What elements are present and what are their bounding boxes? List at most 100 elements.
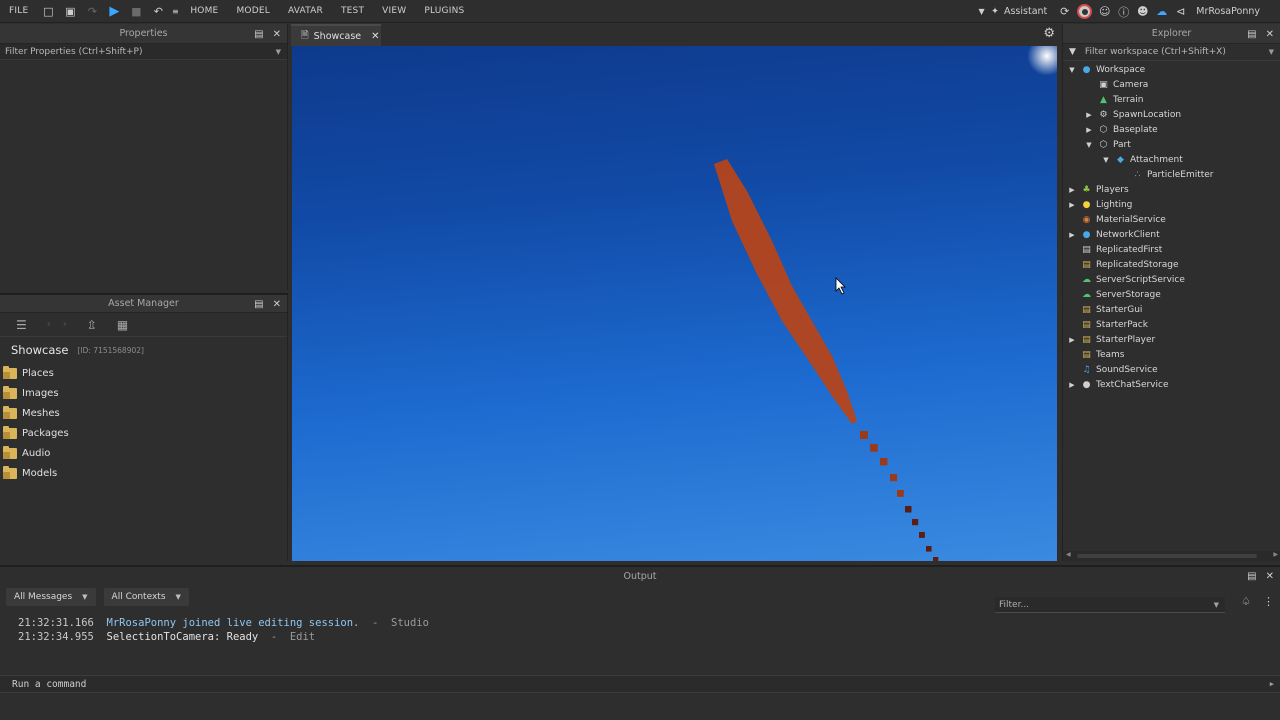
players-icon: ♣ bbox=[1082, 184, 1091, 195]
undock-icon[interactable]: ▤ bbox=[1247, 571, 1256, 582]
explorer-item[interactable]: ▼ ◆ Attachment bbox=[1063, 152, 1280, 167]
close-icon[interactable]: ✕ bbox=[1266, 29, 1274, 40]
3d-viewport[interactable] bbox=[292, 46, 1057, 561]
close-icon[interactable]: ✕ bbox=[371, 31, 379, 42]
chevron-down-icon[interactable]: ▼ bbox=[1214, 601, 1219, 609]
stop-icon[interactable]: ■ bbox=[125, 0, 147, 23]
more-options-icon[interactable]: ⋮ bbox=[1263, 595, 1274, 608]
asset-folder-item[interactable]: Meshes bbox=[0, 403, 287, 423]
explorer-item[interactable]: ☁ ServerStorage bbox=[1063, 287, 1280, 302]
filter-icon[interactable]: ▼ bbox=[1069, 47, 1076, 57]
explorer-item[interactable]: ☁ ServerScriptService bbox=[1063, 272, 1280, 287]
menu-plugins[interactable]: PLUGINS bbox=[415, 6, 473, 16]
cloud-icon[interactable]: ☁ bbox=[1152, 0, 1171, 23]
menu-test[interactable]: TEST bbox=[332, 6, 373, 16]
save-icon[interactable]: ▣ bbox=[59, 0, 81, 23]
customize-icon[interactable]: ≡ bbox=[169, 0, 181, 23]
user-name[interactable]: MrRosaPonny bbox=[1190, 6, 1280, 17]
profile-icon[interactable]: ☻ bbox=[1133, 0, 1152, 23]
asset-folder-item[interactable]: Models bbox=[0, 463, 287, 483]
properties-filter-input[interactable]: Filter Properties (Ctrl+Shift+P) ▼ bbox=[0, 44, 287, 60]
close-icon[interactable]: ✕ bbox=[273, 29, 281, 40]
collaborator-avatar[interactable] bbox=[1077, 4, 1093, 19]
explorer-item[interactable]: ◉ MaterialService bbox=[1063, 212, 1280, 227]
list-menu-icon[interactable]: ☰ bbox=[16, 318, 27, 332]
explorer-item[interactable]: ∴ ParticleEmitter bbox=[1063, 167, 1280, 182]
explorer-item[interactable]: ▤ ReplicatedFirst bbox=[1063, 242, 1280, 257]
asset-folder-item[interactable]: Images bbox=[0, 383, 287, 403]
menu-model[interactable]: MODEL bbox=[227, 6, 278, 16]
explorer-item[interactable]: ▶ ● Lighting bbox=[1063, 197, 1280, 212]
scrollbar-thumb[interactable] bbox=[1077, 554, 1257, 558]
new-file-icon[interactable]: □ bbox=[37, 0, 59, 23]
expand-arrow-closed-icon[interactable]: ▶ bbox=[1068, 381, 1076, 389]
explorer-item[interactable]: ▶ ● TextChatService bbox=[1063, 377, 1280, 392]
explorer-item[interactable]: ▼ ⬡ Part bbox=[1063, 137, 1280, 152]
share-icon[interactable]: ⊲ bbox=[1171, 0, 1190, 23]
menu-avatar[interactable]: AVATAR bbox=[279, 6, 332, 16]
help-icon[interactable]: ⓘ bbox=[1114, 0, 1133, 23]
clear-output-icon[interactable]: ♤ bbox=[1241, 595, 1251, 608]
expand-arrow-open-icon[interactable]: ▼ bbox=[1085, 141, 1093, 149]
explorer-item[interactable]: ♫ SoundService bbox=[1063, 362, 1280, 377]
asset-folder-item[interactable]: Packages bbox=[0, 423, 287, 443]
chevron-right-icon[interactable]: ▶ bbox=[1270, 680, 1274, 688]
expand-arrow-closed-icon[interactable]: ▶ bbox=[1085, 111, 1093, 119]
close-icon[interactable]: ✕ bbox=[1266, 571, 1274, 582]
explorer-horizontal-scrollbar[interactable]: ◀ ▶ bbox=[1063, 551, 1280, 561]
share-user-icon[interactable]: ☺ bbox=[1095, 0, 1114, 23]
explorer-item[interactable]: ▶ ● NetworkClient bbox=[1063, 227, 1280, 242]
explorer-item[interactable]: ▤ ReplicatedStorage bbox=[1063, 257, 1280, 272]
output-filter-input[interactable]: Filter... ▼ bbox=[995, 597, 1225, 613]
explorer-item[interactable]: ▶ ♣ Players bbox=[1063, 182, 1280, 197]
chevron-down-icon[interactable]: ▼ bbox=[276, 48, 281, 56]
contexts-filter-dropdown[interactable]: All Contexts ▼ bbox=[103, 588, 189, 606]
gear-icon[interactable]: ⚙ bbox=[1043, 26, 1055, 41]
explorer-item[interactable]: ▲ Terrain bbox=[1063, 92, 1280, 107]
undock-icon[interactable]: ▤ bbox=[254, 299, 263, 310]
expand-arrow-closed-icon[interactable]: ▶ bbox=[1068, 201, 1076, 209]
upload-icon[interactable]: ⇫ bbox=[87, 318, 97, 332]
undo-icon[interactable]: ↶ bbox=[147, 0, 169, 23]
expand-arrow-closed-icon[interactable]: ▶ bbox=[1085, 126, 1093, 134]
expand-arrow-closed-icon[interactable]: ▶ bbox=[1068, 336, 1076, 344]
explorer-item[interactable]: ▶ ⬡ Baseplate bbox=[1063, 122, 1280, 137]
expand-arrow-open-icon[interactable]: ▼ bbox=[1102, 156, 1110, 164]
chevron-down-icon[interactable]: ▼ bbox=[1269, 48, 1274, 56]
menu-view[interactable]: VIEW bbox=[373, 6, 415, 16]
explorer-item[interactable]: ▣ Camera bbox=[1063, 77, 1280, 92]
forward-icon[interactable]: › bbox=[63, 319, 67, 330]
explorer-item[interactable]: ▼ ● Workspace bbox=[1063, 62, 1280, 77]
explorer-item[interactable]: ▤ StarterGui bbox=[1063, 302, 1280, 317]
expand-arrow-closed-icon[interactable]: ▶ bbox=[1068, 231, 1076, 239]
play-icon[interactable]: ▶ bbox=[103, 0, 125, 23]
explorer-title: Explorer bbox=[1151, 28, 1192, 39]
explorer-item[interactable]: ▤ StarterPack bbox=[1063, 317, 1280, 332]
messages-filter-dropdown[interactable]: All Messages ▼ bbox=[6, 588, 96, 606]
command-bar-input[interactable]: Run a command ▶ bbox=[0, 675, 1280, 693]
expand-ribbon-icon[interactable]: ▼ bbox=[972, 0, 991, 23]
expand-arrow-closed-icon[interactable]: ▶ bbox=[1068, 186, 1076, 194]
properties-header: Properties ▤ ✕ bbox=[0, 24, 287, 44]
asset-folder-item[interactable]: Audio bbox=[0, 443, 287, 463]
scroll-left-icon[interactable]: ◀ bbox=[1066, 551, 1071, 558]
explorer-item[interactable]: ▤ Teams bbox=[1063, 347, 1280, 362]
menu-file[interactable]: FILE bbox=[0, 6, 37, 16]
explorer-item[interactable]: ▶ ▤ StarterPlayer bbox=[1063, 332, 1280, 347]
particle-square bbox=[926, 546, 932, 552]
explorer-item[interactable]: ▶ ⚙ SpawnLocation bbox=[1063, 107, 1280, 122]
expand-arrow-open-icon[interactable]: ▼ bbox=[1068, 66, 1076, 74]
grid-view-icon[interactable]: ▦ bbox=[117, 318, 128, 332]
asset-folder-item[interactable]: Places bbox=[0, 363, 287, 383]
explorer-filter-input[interactable]: ▼ Filter workspace (Ctrl+Shift+X) ▼ bbox=[1063, 44, 1280, 61]
back-icon[interactable]: ‹ bbox=[47, 319, 51, 330]
tab-showcase[interactable]: 🗎 Showcase ✕ bbox=[291, 24, 381, 46]
scroll-right-icon[interactable]: ▶ bbox=[1273, 551, 1278, 558]
close-icon[interactable]: ✕ bbox=[273, 299, 281, 310]
undock-icon[interactable]: ▤ bbox=[254, 29, 263, 40]
sync-icon[interactable]: ⟳ bbox=[1055, 0, 1074, 23]
redo-icon[interactable]: ↷ bbox=[81, 0, 103, 23]
assistant-button[interactable]: ✦ Assistant bbox=[991, 6, 1047, 17]
menu-home[interactable]: HOME bbox=[181, 6, 227, 16]
undock-icon[interactable]: ▤ bbox=[1247, 29, 1256, 40]
